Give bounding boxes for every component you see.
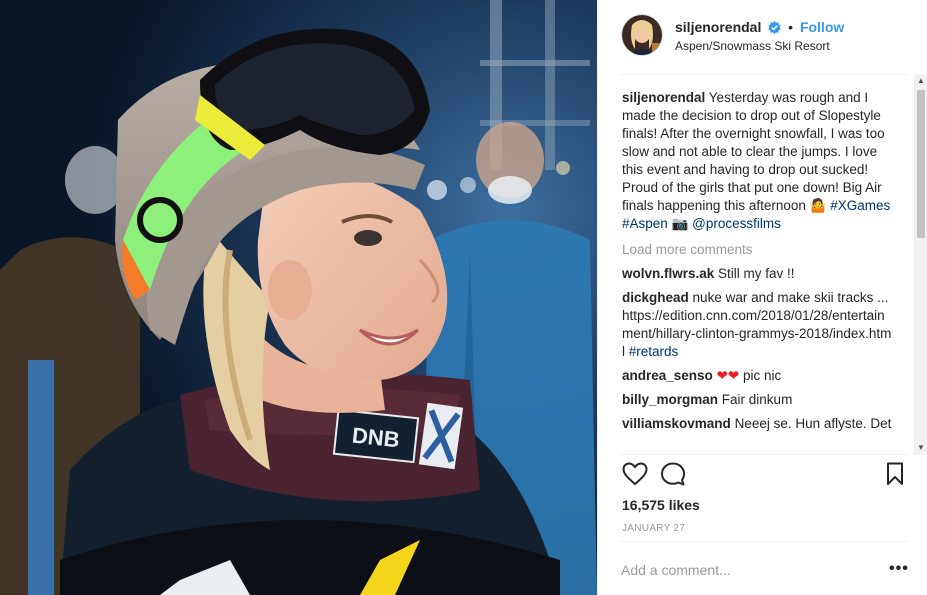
- bookmark-icon[interactable]: [886, 462, 904, 491]
- comment-username[interactable]: villiamskovmand: [622, 416, 731, 431]
- comment-bubble-icon[interactable]: [660, 462, 686, 491]
- follow-button[interactable]: Follow: [800, 19, 844, 35]
- post-header: siljenorendal • Follow Aspen/Snowmass Sk…: [598, 0, 927, 75]
- caption: siljenorendal Yesterday was rough and I …: [622, 89, 894, 233]
- comment-item: andrea_senso ❤❤ pic nic: [622, 367, 894, 385]
- likes-count[interactable]: 16,575 likes: [622, 497, 700, 513]
- hashtag-xgames[interactable]: #XGames: [830, 198, 890, 213]
- more-options-button[interactable]: •••: [889, 560, 909, 578]
- separator-dot: •: [788, 19, 794, 35]
- heart-icon[interactable]: [622, 462, 648, 491]
- actions-divider: [620, 454, 908, 455]
- comment-username[interactable]: billy_morgman: [622, 392, 718, 407]
- action-bar: [620, 462, 910, 490]
- comment-item: billy_morgman Fair dinkum: [622, 391, 894, 409]
- comment-item: wolvn.flwrs.ak Still my fav !!: [622, 265, 894, 283]
- comment-text: Fair dinkum: [721, 392, 793, 407]
- verified-badge-icon: [768, 21, 781, 37]
- header-user-line: siljenorendal • Follow: [675, 19, 844, 37]
- scrollbar-thumb[interactable]: [917, 90, 925, 238]
- dnb-patch-text: DNB: [351, 423, 401, 453]
- caption-text: Yesterday was rough and I made the decis…: [622, 90, 885, 213]
- caption-username[interactable]: siljenorendal: [622, 90, 705, 105]
- comment-text: Still my fav !!: [718, 266, 795, 281]
- scroll-up-arrow-icon[interactable]: ▲: [914, 74, 927, 88]
- mention-processfilms[interactable]: @processfilms: [692, 216, 781, 231]
- post-details-panel: siljenorendal • Follow Aspen/Snowmass Sk…: [597, 0, 927, 595]
- scroll-down-arrow-icon[interactable]: ▼: [914, 441, 927, 455]
- comment-username[interactable]: dickghead: [622, 290, 689, 305]
- shrug-emoji: 🤷: [809, 198, 827, 213]
- location-link[interactable]: Aspen/Snowmass Ski Resort: [675, 39, 830, 53]
- comment-username[interactable]: andrea_senso: [622, 368, 713, 383]
- post-date[interactable]: JANUARY 27: [622, 523, 685, 534]
- header-divider: [620, 74, 908, 75]
- comments-scrollbar[interactable]: ▲ ▼: [914, 74, 927, 455]
- comment-username[interactable]: wolvn.flwrs.ak: [622, 266, 714, 281]
- hashtag-retards[interactable]: #retards: [629, 344, 679, 359]
- avatar[interactable]: [622, 15, 662, 55]
- heart-emoji: ❤❤: [716, 368, 740, 383]
- hashtag-aspen[interactable]: #Aspen: [622, 216, 668, 231]
- camera-emoji: 📷: [671, 216, 689, 231]
- load-more-comments-button[interactable]: Load more comments: [622, 241, 894, 259]
- comment-text: Neeej se. Hun aflyste. Det: [734, 416, 892, 431]
- comment-item: dickghead nuke war and make skii tracks …: [622, 289, 894, 361]
- comments-list[interactable]: siljenorendal Yesterday was rough and I …: [622, 89, 894, 451]
- post-photo[interactable]: DNB: [0, 0, 597, 595]
- add-comment-input[interactable]: [621, 562, 871, 578]
- header-username[interactable]: siljenorendal: [675, 19, 761, 35]
- comment-item: villiamskovmand Neeej se. Hun aflyste. D…: [622, 415, 894, 433]
- comment-text: pic nic: [742, 368, 782, 383]
- comment-box-divider: [620, 541, 908, 542]
